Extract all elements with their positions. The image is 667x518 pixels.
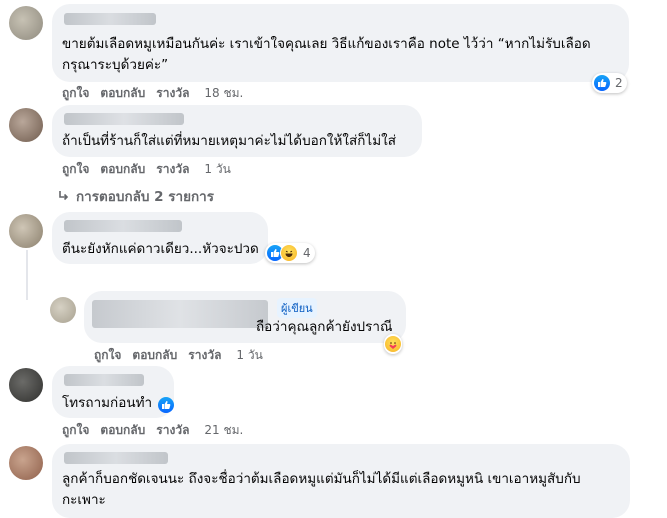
timestamp[interactable]: 21 ชม. — [204, 421, 243, 440]
avatar-image — [9, 368, 43, 402]
avatar-image — [50, 297, 76, 323]
comment-text: ถือว่าคุณลูกค้ายังปราณี — [256, 319, 393, 335]
like-icon — [594, 75, 610, 91]
commenter-name[interactable] — [64, 374, 144, 386]
commenter-name[interactable] — [92, 300, 268, 328]
avatar[interactable] — [9, 108, 43, 142]
comment-actions: ถูกใจ ตอบกลับ รางวัล 1 วัน — [94, 346, 263, 365]
comment-actions: ถูกใจ ตอบกลับ รางวัล 21 ชม. — [62, 421, 243, 440]
comment-actions: ถูกใจ ตอบกลับ รางวัล 1 วัน — [62, 160, 231, 179]
avatar[interactable] — [9, 214, 43, 248]
comment-text: กรุณาระบุด้วยค่ะ” — [62, 57, 169, 73]
thread-line — [26, 250, 28, 300]
care-icon — [385, 336, 401, 352]
commenter-name[interactable] — [64, 13, 156, 25]
avatar-image — [9, 108, 43, 142]
reward-button[interactable]: รางวัล — [156, 160, 189, 179]
comment-actions: ถูกใจ ตอบกลับ รางวัล 18 ชม. — [62, 84, 243, 103]
author-badge: ผู้เขียน — [277, 298, 317, 318]
comment-text: กะเพาะ — [62, 492, 106, 508]
avatar[interactable] — [50, 297, 76, 323]
reply-button[interactable]: ตอบกลับ — [100, 84, 145, 103]
reaction-summary[interactable]: 2 — [592, 73, 627, 93]
comment-text: โทรถามก่อนทำ — [62, 395, 153, 411]
like-button[interactable]: ถูกใจ — [62, 84, 89, 103]
reply-button[interactable]: ตอบกลับ — [100, 160, 145, 179]
avatar-image — [9, 6, 43, 40]
reaction-count: 2 — [615, 76, 623, 90]
reply-button[interactable]: ตอบกลับ — [100, 421, 145, 440]
haha-icon — [280, 244, 298, 262]
reply-button[interactable]: ตอบกลับ — [132, 346, 177, 365]
avatar[interactable] — [9, 6, 43, 40]
comment-text: ขายต้มเลือดหมูเหมือนกันค่ะ เราเข้าใจคุณเ… — [62, 36, 591, 52]
timestamp[interactable]: 18 ชม. — [204, 84, 243, 103]
timestamp[interactable]: 1 วัน — [236, 346, 262, 365]
like-button[interactable]: ถูกใจ — [62, 160, 89, 179]
commenter-name[interactable] — [64, 220, 182, 232]
like-icon[interactable] — [158, 397, 174, 413]
like-button[interactable]: ถูกใจ — [94, 346, 121, 365]
comment-text: ลูกค้าก็บอกชัดเจนนะ ถึงจะชื่อว่าต้มเลือด… — [62, 471, 581, 487]
view-replies-link[interactable]: การตอบกลับ 2 รายการ — [58, 185, 214, 207]
reaction-summary[interactable]: 4 — [265, 243, 315, 263]
avatar-image — [9, 446, 43, 480]
comment-text: ตีนะยังหักแค่ดาวเดียว...หัวจะปวด — [62, 241, 259, 257]
avatar-image — [9, 214, 43, 248]
avatar[interactable] — [9, 368, 43, 402]
commenter-name[interactable] — [64, 452, 168, 464]
reply-arrow-icon — [59, 191, 69, 201]
reaction-summary[interactable] — [384, 334, 402, 354]
reward-button[interactable]: รางวัล — [188, 346, 221, 365]
comment-text: ถ้าเป็นที่ร้านก็ใส่แต่ที่หมายเหตุมาค่ะไม… — [62, 133, 396, 149]
commenter-name[interactable] — [64, 113, 184, 125]
view-replies-label: การตอบกลับ 2 รายการ — [76, 189, 215, 205]
reward-button[interactable]: รางวัล — [156, 84, 189, 103]
avatar[interactable] — [9, 446, 43, 480]
reward-button[interactable]: รางวัล — [156, 421, 189, 440]
like-button[interactable]: ถูกใจ — [62, 421, 89, 440]
timestamp[interactable]: 1 วัน — [204, 160, 230, 179]
reaction-count: 4 — [303, 246, 311, 260]
